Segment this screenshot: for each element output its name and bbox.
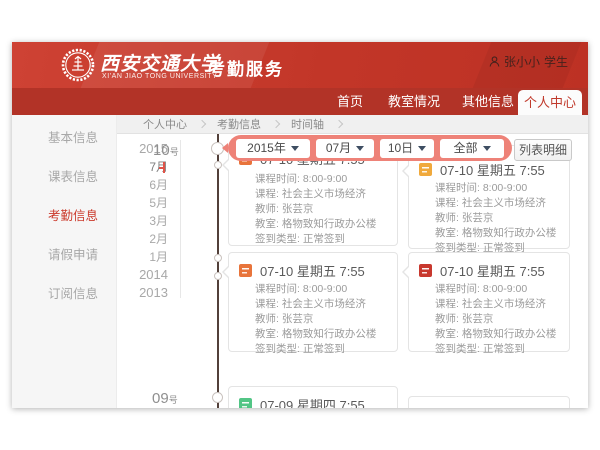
- active-month-marker: [163, 162, 165, 173]
- card-arrow: [222, 158, 229, 172]
- timeline-node: [214, 254, 222, 262]
- attendance-card[interactable]: 07-10 星期五 7:55 课程时间: 8:00-9:00 课程: 社会主义市…: [408, 252, 570, 352]
- card-arrow: [222, 265, 229, 279]
- nav-home[interactable]: 首页: [330, 88, 370, 115]
- stamp-icon: [419, 264, 432, 277]
- chevron-right-icon: [272, 120, 280, 128]
- nav-personal-center-active-tab[interactable]: 个人中心: [518, 90, 582, 115]
- timeline-spine: [217, 134, 219, 408]
- day-marker-09: 09号: [152, 390, 178, 408]
- user-name: 张小小: [504, 53, 540, 70]
- attendance-card[interactable]: 07-10 星期五 7:55 课程时间: 8:00-9:00 课程: 社会主义市…: [228, 252, 398, 352]
- user-info[interactable]: 张小小 学生: [489, 53, 568, 70]
- type-select[interactable]: 全部: [440, 139, 504, 158]
- year-nav-divider: [180, 140, 181, 298]
- attendance-app-window: 西安交通大学 XI'AN JIAO TONG UNIVERSITY 考勤服务 张…: [12, 42, 588, 408]
- breadcrumb-timeline[interactable]: 时间轴: [281, 116, 334, 132]
- chevron-right-icon: [335, 120, 343, 128]
- nav-classrooms[interactable]: 教室情况: [384, 88, 444, 115]
- card-title: 07-09 星期四 7:55: [260, 395, 365, 408]
- chevron-down-icon: [291, 146, 299, 151]
- timeline-node: [212, 392, 223, 403]
- chevron-right-icon: [198, 120, 206, 128]
- page: 西安交通大学 XI'AN JIAO TONG UNIVERSITY 考勤服务 张…: [0, 0, 600, 450]
- nav-other-info[interactable]: 其他信息: [458, 88, 518, 115]
- year-nav-2014[interactable]: 2014: [122, 266, 168, 284]
- sidebar-item-timetable[interactable]: 课表信息: [12, 158, 116, 193]
- timeline-year-nav: 2015 7月 6月 5月 3月 2月 1月 2014 2013: [122, 140, 168, 302]
- card-title: 07-10 星期五 7:55: [440, 261, 545, 280]
- person-icon: [489, 56, 500, 67]
- year-nav-2013[interactable]: 2013: [122, 284, 168, 302]
- university-name-zh: 西安交通大学: [100, 49, 220, 76]
- stamp-icon: [419, 163, 432, 176]
- sidebar-item-attendance[interactable]: 考勤信息: [12, 197, 116, 232]
- breadcrumb-personal-center[interactable]: 个人中心: [133, 116, 197, 132]
- chevron-down-icon: [483, 146, 491, 151]
- stamp-icon: [239, 398, 252, 408]
- filter-bubble: 2015年 07月 10日 全部: [228, 135, 512, 161]
- sidebar-item-leave-request[interactable]: 请假申请: [12, 236, 116, 271]
- card-arrow: [402, 265, 409, 279]
- month-nav-may[interactable]: 5月: [122, 194, 168, 212]
- card-details: 课程时间: 8:00-9:00 课程: 社会主义市场经济 教师: 张芸京 教室:…: [409, 179, 569, 256]
- timeline-node: [214, 272, 222, 280]
- day-select[interactable]: 10日: [380, 139, 434, 158]
- card-arrow: [402, 164, 409, 178]
- stamp-icon: [239, 264, 252, 277]
- attendance-card[interactable]: 07-09 星期四 7:55: [228, 386, 398, 408]
- month-nav-june[interactable]: 6月: [122, 176, 168, 194]
- card-details: 课程时间: 8:00-9:00 课程: 社会主义市场经济 教师: 张芸京 教室:…: [409, 280, 569, 357]
- attendance-card[interactable]: [408, 396, 570, 408]
- university-name-en: XI'AN JIAO TONG UNIVERSITY: [102, 73, 217, 80]
- app-title: 考勤服务: [208, 55, 284, 80]
- chevron-down-icon: [356, 146, 364, 151]
- user-role: 学生: [544, 53, 568, 70]
- sidebar: 基本信息 课表信息 考勤信息 请假申请 订阅信息: [12, 115, 117, 408]
- sidebar-item-basic-info[interactable]: 基本信息: [12, 119, 116, 154]
- university-seal-icon: [61, 48, 95, 82]
- sidebar-item-subscription[interactable]: 订阅信息: [12, 275, 116, 310]
- card-details: 课程时间: 8:00-9:00 课程: 社会主义市场经济 教师: 张芸京 教室:…: [229, 280, 397, 357]
- month-nav-february[interactable]: 2月: [122, 230, 168, 248]
- breadcrumb-attendance[interactable]: 考勤信息: [207, 116, 271, 132]
- main-nav: 首页 教室情况 其他信息 个人中心: [12, 88, 588, 115]
- card-title: 07-10 星期五 7:55: [440, 160, 545, 179]
- day-marker-10: 10号: [153, 142, 179, 160]
- card-title: 07-10 星期五 7:55: [260, 261, 365, 280]
- month-nav-march[interactable]: 3月: [122, 212, 168, 230]
- breadcrumb: 个人中心 考勤信息 时间轴: [117, 115, 588, 134]
- month-select[interactable]: 07月: [316, 139, 374, 158]
- chevron-down-icon: [418, 146, 426, 151]
- app-header: 西安交通大学 XI'AN JIAO TONG UNIVERSITY 考勤服务 张…: [12, 42, 588, 88]
- list-detail-button[interactable]: 列表明细: [514, 139, 572, 161]
- year-select[interactable]: 2015年: [236, 139, 310, 158]
- month-nav-january[interactable]: 1月: [122, 248, 168, 266]
- timeline-node: [214, 161, 222, 169]
- card-details: 课程时间: 8:00-9:00 课程: 社会主义市场经济 教师: 张芸京 教室:…: [229, 168, 397, 247]
